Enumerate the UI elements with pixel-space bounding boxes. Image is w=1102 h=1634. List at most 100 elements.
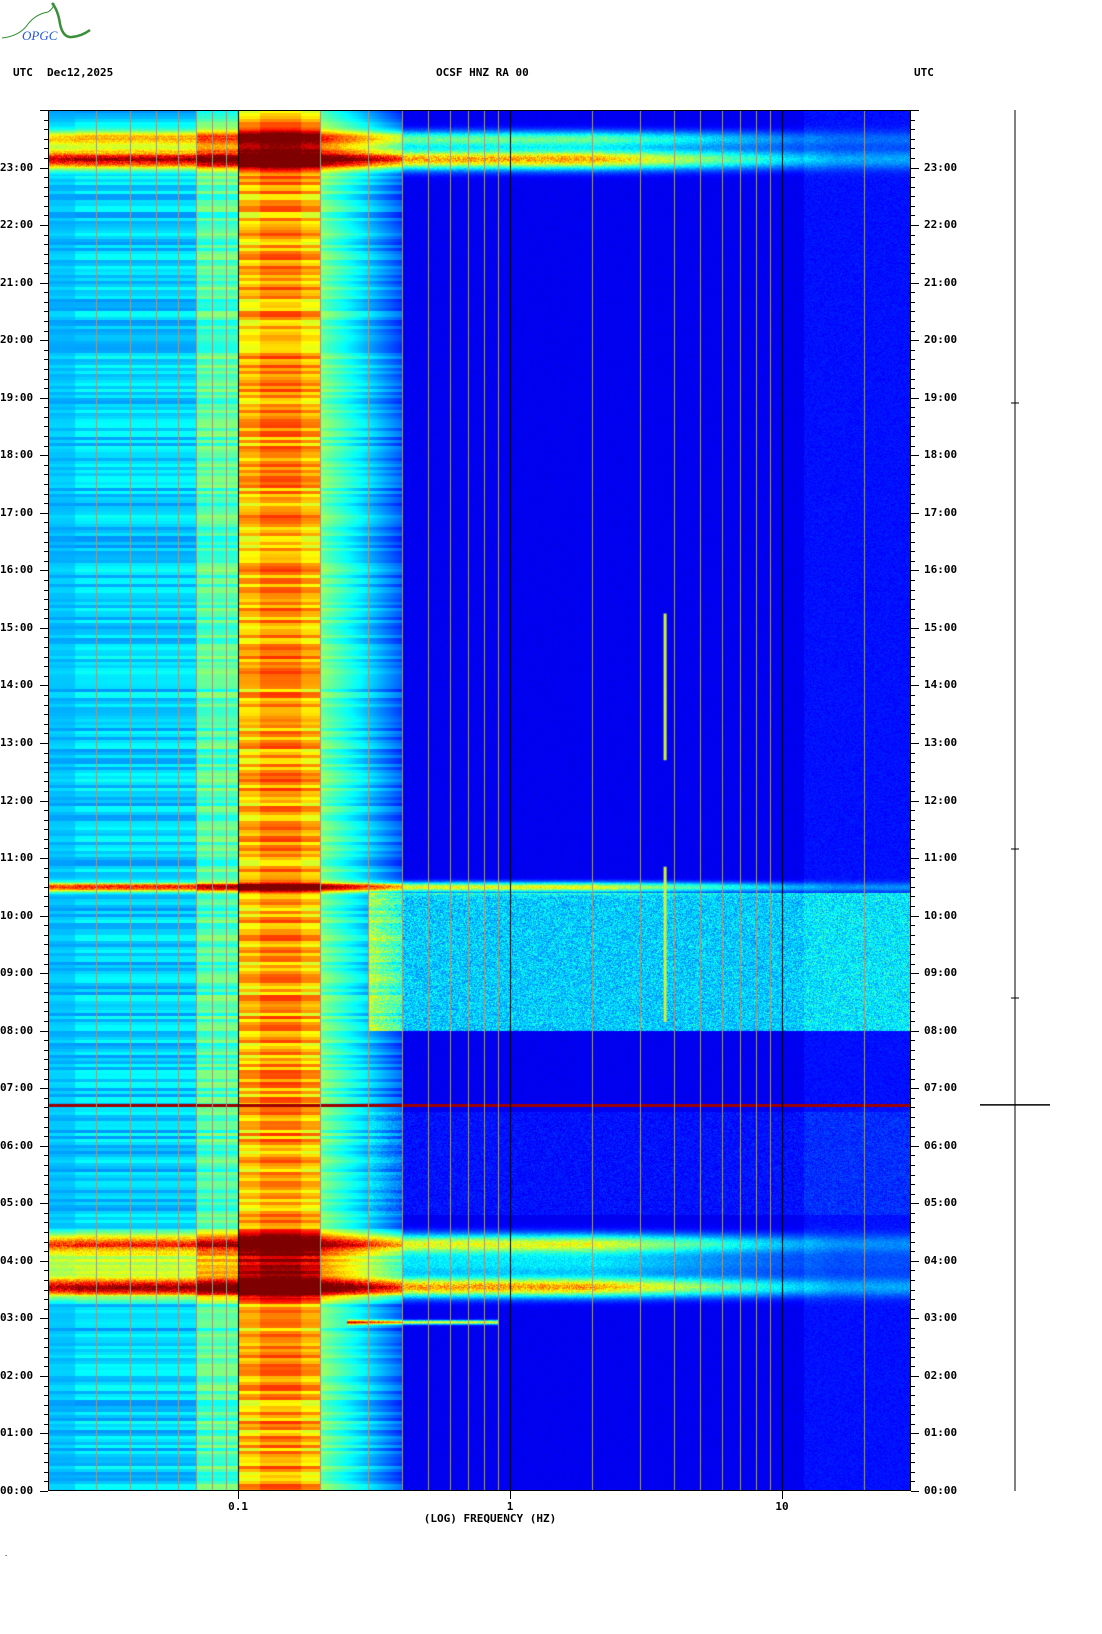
y-tick-right xyxy=(911,445,915,447)
x-tick xyxy=(510,1491,512,1499)
y-tick-right xyxy=(911,1212,915,1214)
y-tick-right xyxy=(911,1260,919,1262)
y-tick-label-right: 16:00 xyxy=(924,563,958,577)
y-tick-right xyxy=(911,570,919,572)
y-tick-right xyxy=(911,819,915,821)
y-tick-left xyxy=(44,1116,48,1118)
y-tick-label-right: 23:00 xyxy=(924,160,958,174)
y-tick-right xyxy=(911,1049,915,1051)
y-tick-left xyxy=(44,1385,48,1387)
y-tick-left xyxy=(44,637,48,639)
y-tick-right xyxy=(911,1116,915,1118)
y-tick-left xyxy=(44,647,48,649)
y-tick-left xyxy=(44,781,48,783)
y-tick-left xyxy=(40,397,48,399)
y-tick-left xyxy=(44,196,48,198)
y-tick-left xyxy=(44,1289,48,1291)
y-tick-right xyxy=(911,1184,915,1186)
y-tick-left xyxy=(44,301,48,303)
y-tick-label-right: 20:00 xyxy=(924,333,958,347)
y-tick-left xyxy=(44,464,48,466)
y-tick-right xyxy=(911,1059,915,1061)
y-tick-right xyxy=(911,848,915,850)
y-tick-left xyxy=(44,503,48,505)
y-tick-left xyxy=(44,1404,48,1406)
y-tick-right xyxy=(911,1366,915,1368)
y-tick-right xyxy=(911,1021,915,1023)
y-tick-right xyxy=(911,292,915,294)
y-tick-left xyxy=(44,905,48,907)
y-tick-right xyxy=(911,685,919,687)
y-tick-right xyxy=(911,1069,915,1071)
y-tick-left xyxy=(40,1491,48,1492)
y-tick-label-right: 12:00 xyxy=(924,793,958,807)
y-tick-right xyxy=(911,1011,915,1013)
y-tick-left xyxy=(44,234,48,236)
y-tick-left xyxy=(40,1375,48,1377)
y-tick-left xyxy=(44,877,48,879)
y-tick-left xyxy=(44,1366,48,1368)
y-tick-label-right: 01:00 xyxy=(924,1426,958,1440)
y-tick-left xyxy=(44,138,48,140)
y-tick-right xyxy=(911,503,915,505)
x-tick xyxy=(782,1491,784,1499)
y-tick-right xyxy=(911,695,915,696)
y-tick-right xyxy=(911,944,915,946)
y-tick-left xyxy=(44,953,48,955)
y-tick-left xyxy=(44,714,48,716)
y-tick-label-left: 06:00 xyxy=(0,1138,34,1152)
y-tick-right xyxy=(911,263,915,265)
y-tick-right xyxy=(911,647,915,649)
y-tick-left xyxy=(44,608,48,610)
y-tick-left xyxy=(44,541,48,543)
y-tick-right xyxy=(911,627,919,629)
y-tick-right xyxy=(911,426,915,428)
y-tick-label-right: 13:00 xyxy=(924,735,958,749)
y-tick-right xyxy=(911,953,915,955)
x-axis-label: (LOG) FREQUENCY (HZ) xyxy=(423,1512,557,1525)
y-tick-left xyxy=(44,1395,48,1397)
y-tick-left xyxy=(40,570,48,572)
y-tick-left xyxy=(44,867,48,869)
y-tick-left xyxy=(40,282,48,284)
y-tick-right xyxy=(911,1203,919,1205)
y-tick-left xyxy=(44,925,48,927)
y-tick-left xyxy=(44,579,48,581)
y-tick-right xyxy=(911,781,915,783)
y-tick-label-right: 00:00 xyxy=(924,1484,958,1497)
opgc-logo: OPGC xyxy=(1,2,91,43)
y-tick-left xyxy=(44,1001,48,1003)
y-tick-right xyxy=(911,618,915,620)
y-tick-label-left: 12:00 xyxy=(0,793,34,807)
y-tick-left xyxy=(44,1097,48,1099)
y-tick-right xyxy=(911,1404,915,1406)
y-tick-label-left: 13:00 xyxy=(0,735,34,749)
y-tick-right xyxy=(911,1030,919,1032)
y-tick-left xyxy=(44,186,48,188)
date-label: Dec12,2025 xyxy=(47,66,114,79)
y-tick-left xyxy=(40,627,48,629)
y-tick-right xyxy=(911,493,915,495)
y-tick-label-left: 23:00 xyxy=(0,160,34,174)
y-tick-left xyxy=(44,599,48,601)
y-tick-left xyxy=(44,1241,48,1243)
y-tick-right xyxy=(911,742,919,744)
plot-frame xyxy=(48,110,911,1491)
y-tick-label-left: 05:00 xyxy=(0,1196,34,1210)
y-tick-label-left: 18:00 xyxy=(0,448,34,462)
y-tick-left xyxy=(44,752,48,754)
y-tick-right xyxy=(911,368,915,370)
station-title: OCSF HNZ RA 00 xyxy=(436,66,529,79)
y-tick-label-left: 09:00 xyxy=(0,966,34,980)
y-tick-left xyxy=(44,119,48,121)
y-tick-left xyxy=(44,531,48,533)
y-tick-label-left: 04:00 xyxy=(0,1253,34,1267)
y-tick-left xyxy=(44,934,48,936)
y-tick-right xyxy=(911,378,915,380)
y-tick-left xyxy=(44,1021,48,1023)
y-tick-left xyxy=(44,848,48,850)
y-tick-left xyxy=(40,1260,48,1262)
y-tick-left xyxy=(40,973,48,975)
y-tick-label-right: 19:00 xyxy=(924,390,958,404)
y-tick-label-right: 11:00 xyxy=(924,851,958,865)
